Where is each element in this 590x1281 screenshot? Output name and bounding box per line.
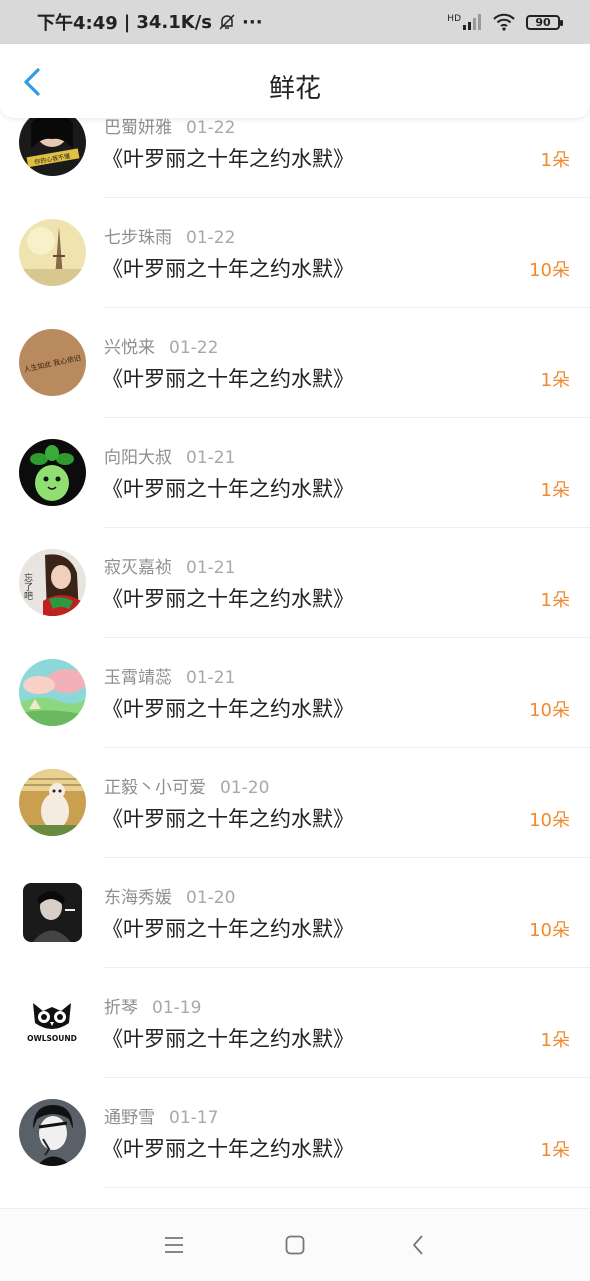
avatar[interactable] [19,879,86,946]
status-bar: 下午4:49 | 34.1K/s ··· HD 90 [0,0,590,44]
send-date: 01-22 [186,228,236,248]
home-square-icon [285,1235,305,1255]
sender-line: 正毅丶小可爱 01-20 [104,773,269,798]
book-title[interactable]: 《叶罗丽之十年之约水默》 [102,363,354,393]
sender-name: 兴悦来 [104,338,155,358]
sender-line: 折琴 01-19 [104,993,201,1018]
menu-button[interactable] [162,1233,186,1257]
send-date: 01-21 [186,668,236,688]
hd-label: HD [447,14,461,24]
send-date: 01-20 [186,888,236,908]
sender-name: 巴蜀妍雅 [104,118,172,138]
avatar[interactable]: 人生如此 我心依旧 [19,329,86,396]
wifi-icon [493,13,515,31]
page-title: 鲜花 [268,74,321,104]
avatar[interactable] [19,1099,86,1166]
back-triangle-icon [413,1235,423,1255]
list-item[interactable]: 七步珠雨 01-22 《叶罗丽之十年之约水默》 10朵 [0,198,590,308]
avatar-text: 忘了吧 [22,572,33,600]
flower-count: 1朵 [540,1140,570,1161]
list-item[interactable]: 正毅丶小可爱 01-20 《叶罗丽之十年之约水默》 10朵 [0,748,590,858]
book-title[interactable]: 《叶罗丽之十年之约水默》 [102,803,354,833]
avatar[interactable] [19,659,86,726]
sender-line: 东海秀媛 01-20 [104,883,235,908]
sender-name: 东海秀媛 [104,888,172,908]
flower-list: 你的心我不懂 巴蜀妍雅 01-22 《叶罗丽之十年之约水默》 1朵 七步珠雨 01-… [0,88,590,1208]
avatar[interactable] [19,219,86,286]
avatar[interactable] [19,439,86,506]
list-item[interactable]: 忘了吧 寂灭嘉祯 01-21 《叶罗丽之十年之约水默》 1朵 [0,528,590,638]
status-more-dots: ··· [242,11,263,33]
book-title[interactable]: 《叶罗丽之十年之约水默》 [102,913,354,943]
network-speed: 34.1K/s [136,11,213,33]
hd-signal-icon: HD [447,14,482,30]
system-nav-bar [0,1208,590,1281]
header: 鲜花 [0,44,590,118]
send-date: 01-19 [152,998,202,1018]
status-left: 下午4:49 | 34.1K/s ··· [37,9,263,35]
sender-name: 通野雪 [104,1108,155,1128]
sender-name: 正毅丶小可爱 [104,778,206,798]
send-date: 01-22 [169,338,219,358]
sender-name: 向阳大叔 [104,448,172,468]
sender-line: 七步珠雨 01-22 [104,223,235,248]
status-time: 下午4:49 [37,13,118,34]
send-date: 01-17 [169,1108,219,1128]
battery-icon: 90 [526,14,563,30]
list-item[interactable]: OWLSOUND 折琴 01-19 《叶罗丽之十年之约水默》 1朵 [0,968,590,1078]
avatar[interactable]: OWLSOUND [19,989,86,1056]
book-title[interactable]: 《叶罗丽之十年之约水默》 [102,143,354,173]
flower-count: 1朵 [540,590,570,611]
list-item[interactable]: 东海秀媛 01-20 《叶罗丽之十年之约水默》 10朵 [0,858,590,968]
sender-name: 玉霄靖蕊 [104,668,172,688]
avatar[interactable]: 你的心我不懂 [19,109,86,176]
sender-name: 寂灭嘉祯 [104,558,172,578]
send-date: 01-21 [186,558,236,578]
book-title[interactable]: 《叶罗丽之十年之约水默》 [102,253,354,283]
avatar[interactable]: 忘了吧 [19,549,86,616]
book-title[interactable]: 《叶罗丽之十年之约水默》 [102,583,354,613]
signal-icon [463,14,481,30]
flower-count: 10朵 [529,700,570,721]
list-item[interactable]: 玉霄靖蕊 01-21 《叶罗丽之十年之约水默》 10朵 [0,638,590,748]
divider [104,1187,590,1188]
menu-icon [165,1237,183,1253]
list-item[interactable]: 向阳大叔 01-21 《叶罗丽之十年之约水默》 1朵 [0,418,590,528]
sender-name: 七步珠雨 [104,228,172,248]
flower-count: 1朵 [540,150,570,171]
list-item[interactable]: 通野雪 01-17 《叶罗丽之十年之约水默》 1朵 [0,1078,590,1188]
bell-off-icon [219,14,235,30]
home-button[interactable] [283,1233,307,1257]
book-title[interactable]: 《叶罗丽之十年之约水默》 [102,693,354,723]
avatar[interactable] [19,769,86,836]
status-right: HD 90 [447,13,563,31]
send-date: 01-20 [220,778,270,798]
flower-count: 10朵 [529,810,570,831]
flower-count: 1朵 [540,480,570,501]
send-date: 01-21 [186,448,236,468]
sender-name: 折琴 [104,998,138,1018]
book-title[interactable]: 《叶罗丽之十年之约水默》 [102,1133,354,1163]
flower-count: 1朵 [540,1030,570,1051]
list-item[interactable]: 人生如此 我心依旧 兴悦来 01-22 《叶罗丽之十年之约水默》 1朵 [0,308,590,418]
book-title[interactable]: 《叶罗丽之十年之约水默》 [102,473,354,503]
flower-count: 10朵 [529,920,570,941]
battery-level: 90 [535,15,551,29]
sender-line: 玉霄靖蕊 01-21 [104,663,235,688]
sender-line: 兴悦来 01-22 [104,333,218,358]
sender-line: 寂灭嘉祯 01-21 [104,553,235,578]
flower-count: 10朵 [529,260,570,281]
sender-line: 通野雪 01-17 [104,1103,218,1128]
flower-count: 1朵 [540,370,570,391]
book-title[interactable]: 《叶罗丽之十年之约水默》 [102,1023,354,1053]
status-separator: | [123,11,131,33]
avatar-text: OWLSOUND [27,1034,77,1043]
sender-line: 向阳大叔 01-21 [104,443,235,468]
send-date: 01-22 [186,118,236,138]
system-back-button[interactable] [407,1233,431,1257]
